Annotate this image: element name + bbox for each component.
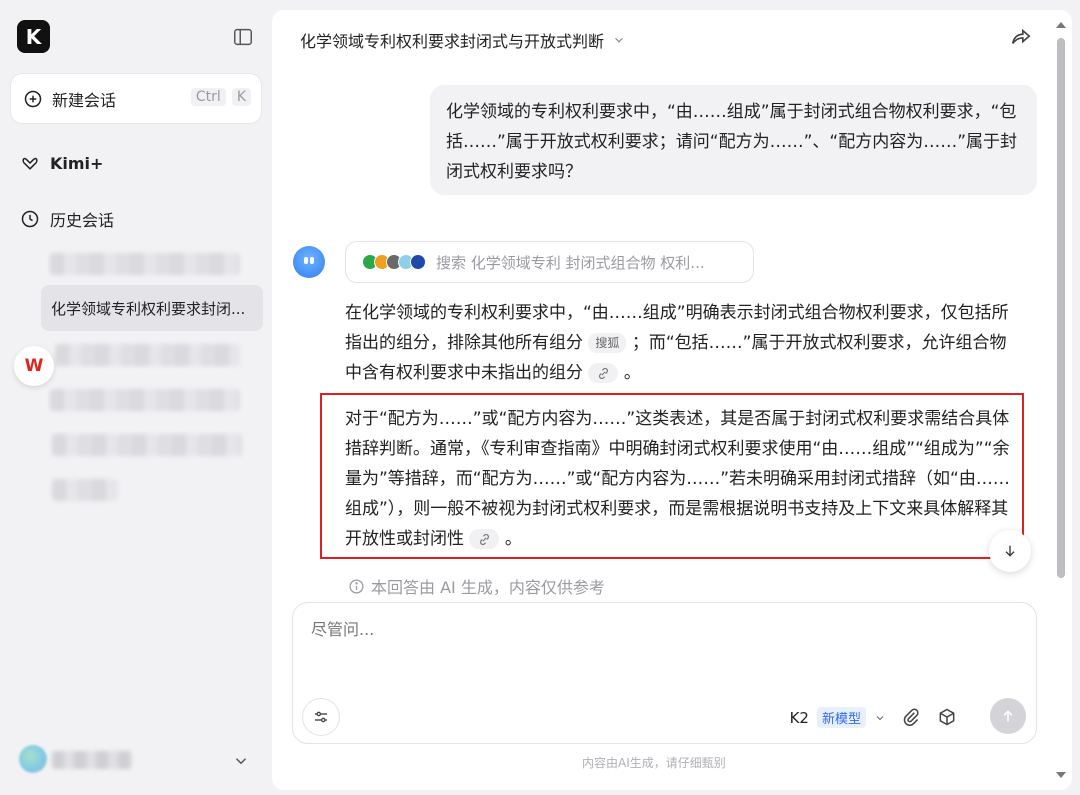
citation-link-icon[interactable] [588, 363, 619, 383]
kimi-logo[interactable]: K [17, 20, 50, 53]
sidebar: K 新建会话 Ctrl K Kimi+ 历史会话 化学领域专利权利要求封闭...… [0, 0, 272, 795]
arrow-up-icon [1003, 710, 1013, 722]
footer-note: 内容由AI生成，请仔细甄别 [582, 756, 726, 770]
share-icon[interactable] [1010, 26, 1032, 48]
search-sources-pill[interactable]: 搜索 化学领域专利 封闭式组合物 权利... [345, 241, 754, 283]
cube-icon[interactable] [937, 707, 957, 727]
answer-paragraph-2: 对于“配方为……”或“配方内容为……”这类表述，其是否属于封闭式权利要求需结合具… [345, 404, 1010, 554]
send-button[interactable] [990, 698, 1026, 734]
shortcut-key-ctrl: Ctrl [190, 88, 226, 106]
info-icon [349, 578, 364, 594]
history-item-blurred[interactable] [50, 389, 240, 411]
kimi-plus-label: Kimi+ [50, 153, 104, 173]
paperclip-icon[interactable] [901, 707, 921, 727]
answer-p1-end: 。 [623, 363, 641, 383]
arrow-down-icon [1005, 545, 1015, 557]
citation-link-icon[interactable] [469, 529, 500, 549]
shortcut-key-k: K [231, 88, 251, 106]
disclaimer-text: 本回答由 AI 生成，内容仅供参考 [371, 578, 605, 597]
chevron-down-icon [615, 37, 623, 43]
sidebar-toggle-icon[interactable] [232, 26, 254, 48]
scroll-down-arrow-icon[interactable] [1056, 772, 1066, 778]
answer-paragraph-1: 在化学领域的专利权利要求中，“由……组成”明确表示封闭式组合物权利要求，仅包括所… [345, 298, 1010, 388]
history-item-blurred[interactable] [50, 253, 240, 275]
history-item-active-label: 化学领域专利权利要求封闭... [51, 299, 246, 318]
chevron-down-icon [876, 715, 884, 720]
search-summary-text: 搜索 化学领域专利 封闭式组合物 权利... [436, 253, 705, 272]
answer-p2-text: 对于“配方为……”或“配方内容为……”这类表述，其是否属于封闭式权利要求需结合具… [345, 409, 1010, 549]
citation-souhu[interactable]: 搜狐 [588, 333, 627, 353]
sidebar-item-history[interactable]: 历史会话 [20, 207, 114, 231]
composer: K2 新模型 [292, 602, 1037, 744]
conversation-title: 化学领域专利权利要求封闭式与开放式判断 [300, 32, 605, 51]
scroll-up-arrow-icon[interactable] [1056, 22, 1066, 28]
scroll-to-bottom-button[interactable] [989, 530, 1031, 572]
history-item-blurred[interactable] [55, 344, 240, 366]
history-label: 历史会话 [50, 211, 115, 230]
scrollbar-thumb[interactable] [1057, 38, 1065, 578]
plus-circle-icon [24, 90, 42, 107]
user-message: 化学领域的专利权利要求中，“由……组成”属于封闭式组合物权利要求，“包括……”属… [430, 85, 1037, 195]
new-chat-label: 新建会话 [52, 90, 117, 110]
settings-sliders-button[interactable] [302, 698, 340, 736]
chat-input[interactable] [311, 620, 1011, 639]
new-model-tag: 新模型 [816, 707, 866, 728]
sliders-icon [315, 711, 327, 723]
sidebar-item-kimi-plus[interactable]: Kimi+ [20, 153, 103, 173]
kimi-plus-icon [22, 157, 38, 170]
conversation-title-dropdown[interactable]: 化学领域专利权利要求封闭式与开放式判断 [300, 28, 626, 52]
source-favicon-icon [410, 254, 426, 270]
ai-disclaimer: 本回答由 AI 生成，内容仅供参考 [348, 574, 605, 598]
user-name-blurred[interactable] [52, 751, 132, 769]
model-name: K2 [789, 708, 809, 727]
ai-avatar [293, 246, 325, 278]
clock-icon [21, 210, 39, 228]
history-item-active[interactable]: 化学领域专利权利要求封闭... [41, 285, 263, 331]
answer-p2-end: 。 [504, 529, 522, 549]
history-item-blurred[interactable] [52, 434, 242, 456]
wps-badge-icon[interactable]: W [14, 346, 54, 386]
chat-panel: 化学领域专利权利要求封闭式与开放式判断 化学领域的专利权利要求中，“由……组成”… [272, 10, 1072, 790]
source-favicons [362, 254, 426, 270]
user-avatar[interactable] [19, 745, 47, 773]
new-chat-button[interactable]: 新建会话 Ctrl K [10, 73, 262, 124]
chevron-down-icon[interactable] [232, 752, 250, 770]
model-selector[interactable]: K2 新模型 [790, 707, 886, 728]
new-chat-shortcut: Ctrl K [190, 88, 251, 106]
history-item-blurred[interactable] [52, 479, 118, 501]
